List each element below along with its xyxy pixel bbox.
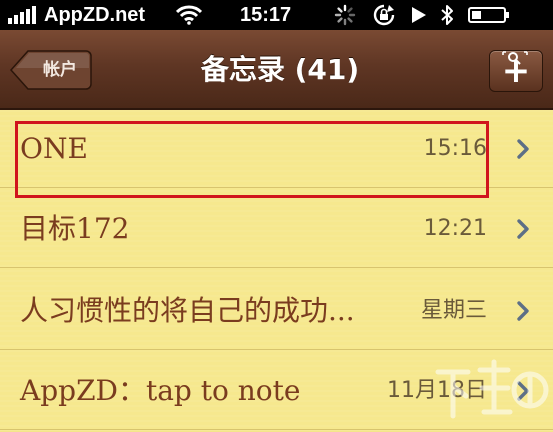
- carrier: AppZD.net: [8, 3, 145, 27]
- play-icon: [411, 3, 427, 27]
- note-date: 星期三: [420, 298, 487, 323]
- back-button-label: 帐户: [43, 60, 77, 80]
- chevron-right-icon: [516, 218, 530, 244]
- activity-spinner-icon: [334, 3, 356, 27]
- battery-icon: [468, 3, 510, 27]
- wifi-icon: [176, 3, 202, 27]
- note-title: 人习惯性的将自己的成功...: [20, 294, 355, 327]
- note-date: 15:16: [423, 136, 487, 161]
- carrier-name: AppZD.net: [44, 3, 146, 26]
- chevron-right-icon: [516, 300, 530, 326]
- note-title: ONE: [20, 132, 88, 165]
- rotation-lock-icon: [372, 3, 396, 27]
- note-title: 目标172: [20, 212, 130, 245]
- accounts-back-button[interactable]: 帐户: [10, 50, 92, 90]
- bluetooth-icon: [440, 3, 454, 27]
- chevron-right-icon: [516, 138, 530, 164]
- signal-icon: [8, 6, 36, 24]
- note-row[interactable]: 目标172 12:21: [0, 190, 553, 268]
- page-title: 备忘录 (41): [200, 53, 360, 86]
- note-title: AppZD：tap to note: [20, 374, 301, 407]
- watermark-logo: [430, 352, 550, 432]
- status-bar: AppZD.net 15:17: [0, 0, 553, 30]
- note-row[interactable]: 人习惯性的将自己的成功... 星期三: [0, 272, 553, 350]
- note-date: 12:21: [423, 216, 487, 241]
- status-time: 15:17: [240, 4, 292, 26]
- zoom-icon: [502, 50, 528, 69]
- note-row[interactable]: ONE 15:16: [0, 110, 553, 188]
- navigation-bar: 帐户 备忘录 (41) +: [0, 30, 553, 110]
